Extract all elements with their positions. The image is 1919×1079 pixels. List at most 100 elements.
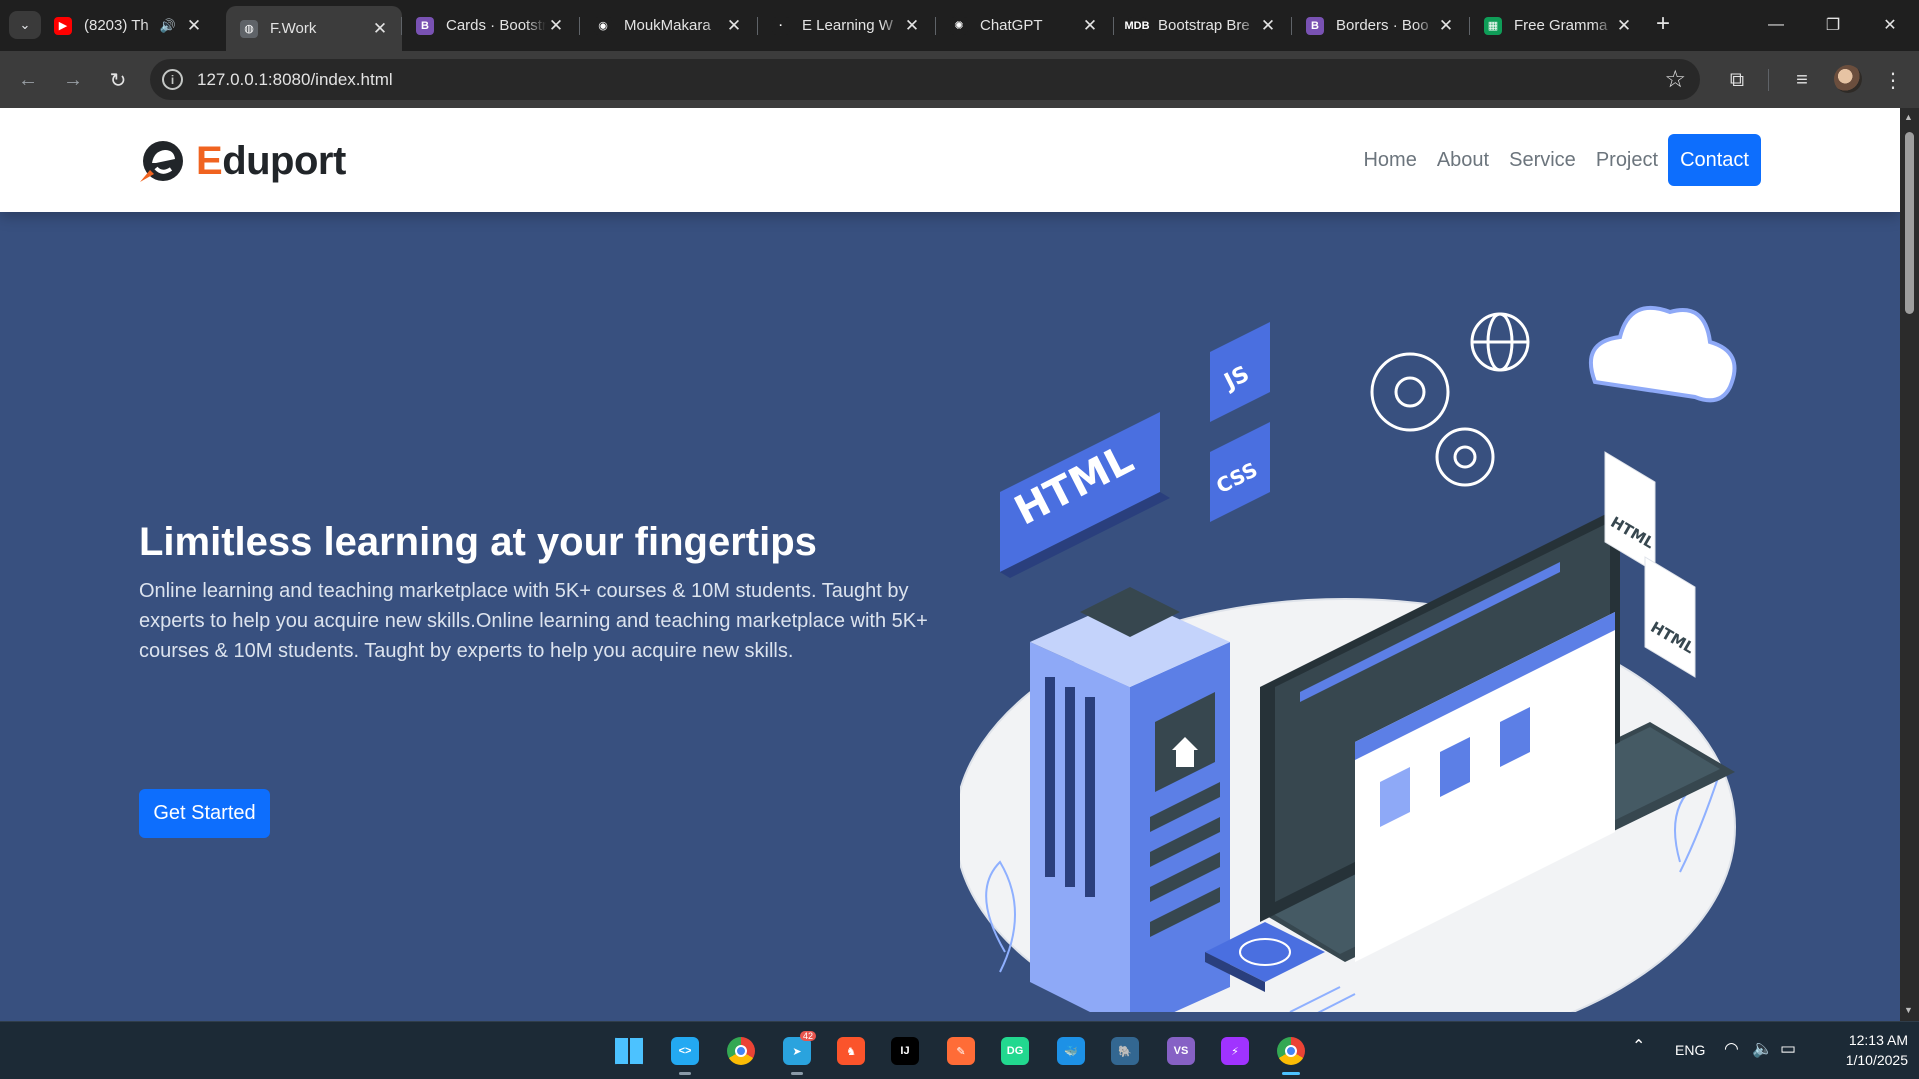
tab-close-icon[interactable]: ✕ (370, 19, 390, 39)
language-indicator[interactable]: ENG (1675, 1042, 1705, 1058)
contact-button[interactable]: Contact (1668, 134, 1761, 186)
gears-icon (1370, 352, 1495, 487)
tab-separator (757, 17, 758, 35)
globe-icon: ◍ (240, 19, 258, 38)
browser-tab[interactable]: B Cards · Bootstrap✕ (402, 6, 578, 45)
clock-time[interactable]: 12:13 AM (1828, 1032, 1908, 1048)
site-info-icon[interactable]: i (162, 69, 183, 90)
html-file-card-2: HTML (1644, 556, 1698, 678)
running-indicator (679, 1072, 691, 1075)
browser-tab[interactable]: · E Learning W ✕ (758, 6, 934, 45)
chrome-icon[interactable] (722, 1033, 760, 1069)
tab-close-icon[interactable]: ✕ (1258, 16, 1278, 36)
tab-separator (1469, 17, 1470, 35)
bootstrap-icon: B (416, 16, 434, 35)
tab-close-icon[interactable]: ✕ (184, 16, 204, 36)
messenger-icon[interactable]: ⚡ (1216, 1033, 1254, 1069)
tab-separator (1113, 17, 1114, 35)
tab-close-icon[interactable]: ✕ (1436, 16, 1456, 36)
tab-close-icon[interactable]: ✕ (1080, 16, 1100, 36)
docker-icon[interactable]: 🐳 (1052, 1033, 1090, 1069)
chatgpt-icon: ✺ (950, 16, 968, 35)
get-started-button[interactable]: Get Started (139, 789, 270, 838)
tab-title: E Learning W (802, 17, 893, 34)
restore-button[interactable]: ❐ (1810, 8, 1856, 42)
datagrip-icon[interactable]: DG (996, 1033, 1034, 1069)
visual-studio-icon[interactable]: VS (1162, 1033, 1200, 1069)
tab-title: Free Gramma (1514, 17, 1608, 34)
html-block: HTML (1000, 412, 1170, 578)
tab-audio-icon[interactable]: 🔊 (160, 18, 176, 34)
minimize-button[interactable]: — (1753, 8, 1799, 42)
hero-section: Limitless learning at your fingertips On… (0, 212, 1900, 1021)
tab-strip: ⌄ ▶ (8203) Th 🔊 ✕ ◍ F.Work ✕ B Cards · Bootstrap… (0, 0, 1919, 51)
tab-separator (935, 17, 936, 35)
url-text[interactable]: 127.0.0.1:8080/index.html (197, 70, 393, 90)
windows-start-icon[interactable] (610, 1033, 648, 1069)
tab-close-icon[interactable]: ✕ (1614, 16, 1634, 36)
scrollbar-thumb[interactable] (1905, 132, 1914, 314)
dot-icon: · (772, 16, 790, 35)
nav-link-project[interactable]: Project (1596, 149, 1658, 172)
postman-icon[interactable]: ✎ (942, 1033, 980, 1069)
bookmark-star-icon[interactable]: ☆ (1664, 65, 1686, 94)
browser-tab[interactable]: MDB Bootstrap Bre ✕ (1114, 6, 1290, 45)
new-tab-button[interactable]: + (1649, 11, 1677, 39)
browser-tab[interactable]: ✺ ChatGPT ✕ (936, 6, 1112, 45)
media-control-icon[interactable]: ≡ (1787, 65, 1817, 95)
tab-search-button[interactable]: ⌄ (9, 11, 41, 39)
tab-title: Bootstrap Bre (1158, 17, 1250, 34)
address-bar[interactable]: i 127.0.0.1:8080/index.html ☆ (150, 59, 1700, 100)
running-indicator (791, 1072, 803, 1075)
tab-title: F.Work (270, 20, 317, 37)
back-button[interactable]: ← (11, 63, 45, 97)
browser-tab[interactable]: ◍ F.Work ✕ (226, 6, 402, 51)
bootstrap-icon: B (1306, 16, 1324, 35)
tab-title: ChatGPT (980, 17, 1043, 34)
tab-close-icon[interactable]: ✕ (546, 16, 566, 36)
battery-icon[interactable]: ▭ (1780, 1039, 1796, 1059)
extensions-icon[interactable]: ⧉ (1722, 65, 1752, 95)
brand[interactable]: Eduport (138, 136, 346, 186)
notification-badge: 42 (800, 1031, 817, 1041)
browser-tab[interactable]: ▶ (8203) Th 🔊 ✕ (40, 6, 216, 45)
brave-icon[interactable]: ♞ (832, 1033, 870, 1069)
nav-link-home[interactable]: Home (1363, 149, 1416, 172)
toolbar-divider (1768, 69, 1769, 91)
close-window-button[interactable]: ✕ (1867, 8, 1913, 42)
hero-illustration: HTML JS CSS HTML HTML (960, 306, 1737, 1012)
forward-button[interactable]: → (56, 63, 90, 97)
browser-tab[interactable]: ◉ MoukMakara ✕ (580, 6, 756, 45)
scroll-down-arrow-icon[interactable]: ▼ (1904, 1005, 1913, 1015)
hero-description: Online learning and teaching marketplace… (139, 580, 928, 662)
scroll-up-arrow-icon[interactable]: ▲ (1904, 112, 1913, 122)
tab-title: Borders · Boo (1336, 17, 1429, 34)
browser-tab[interactable]: ▦ Free Gramma ✕ (1470, 6, 1646, 45)
brand-initial: E (196, 138, 223, 183)
tab-close-icon[interactable]: ✕ (902, 16, 922, 36)
reload-button[interactable]: ↻ (101, 63, 135, 97)
vscode-icon[interactable]: <> (666, 1033, 704, 1075)
mdb-icon: MDB (1124, 16, 1150, 35)
menu-kebab-icon[interactable]: ⋮ (1878, 65, 1908, 95)
nav-link-service[interactable]: Service (1509, 149, 1576, 172)
running-indicator (1282, 1072, 1300, 1075)
tab-title: (8203) Th (84, 17, 149, 34)
tray-chevron-up-icon[interactable]: ⌃ (1632, 1036, 1645, 1056)
postgresql-icon[interactable]: 🐘 (1106, 1033, 1144, 1069)
clock-date[interactable]: 1/10/2025 (1818, 1052, 1908, 1068)
profile-avatar[interactable] (1834, 65, 1862, 93)
browser-tab[interactable]: B Borders · Boo ✕ (1292, 6, 1468, 45)
nav-link-about[interactable]: About (1437, 149, 1489, 172)
site-navbar: Eduport Home About Service Project Conta… (0, 108, 1900, 212)
tab-separator (1291, 17, 1292, 35)
tab-separator (579, 17, 580, 35)
chrome-profile-icon[interactable] (1272, 1033, 1310, 1075)
wifi-icon[interactable]: ◠ (1724, 1039, 1739, 1059)
chevron-down-icon: ⌄ (19, 17, 31, 32)
page-scrollbar[interactable]: ▲ ▼ (1900, 108, 1919, 1021)
volume-icon[interactable]: 🔈 (1752, 1039, 1773, 1059)
telegram-icon[interactable]: ➤ 42 (778, 1031, 817, 1075)
tab-close-icon[interactable]: ✕ (724, 16, 744, 36)
intellij-icon[interactable]: IJ (886, 1033, 924, 1069)
